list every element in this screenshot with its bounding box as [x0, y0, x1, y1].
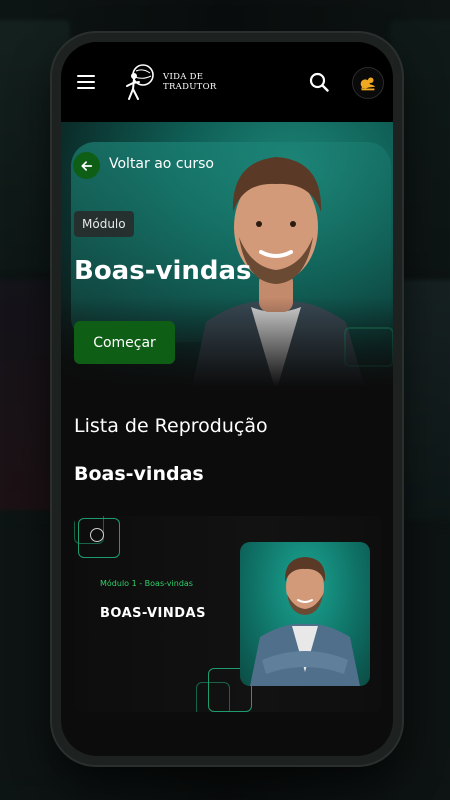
- playlist-heading: Lista de Reprodução: [74, 415, 268, 437]
- menu-icon[interactable]: [77, 75, 95, 89]
- logo-mark-icon: [126, 64, 154, 100]
- module-hero: Voltar ao curso Módulo Boas-vindas Começ…: [61, 122, 393, 387]
- lesson-card-thumbnail: [240, 542, 370, 686]
- user-avatar[interactable]: [352, 67, 384, 99]
- arrow-left-icon: [80, 160, 92, 171]
- back-button[interactable]: [73, 152, 100, 179]
- logo-line-1: VIDA DE: [163, 72, 204, 82]
- user-avatar-icon: [360, 77, 376, 91]
- decorative-square: [196, 682, 230, 712]
- logo-text: VIDA DE TRADUTOR: [163, 72, 217, 92]
- lesson-card-subtitle: Módulo 1 - Boas-vindas: [100, 579, 193, 588]
- module-badge: Módulo: [74, 211, 134, 237]
- background-tile: [0, 530, 60, 780]
- playlist-module-title: Boas-vindas: [74, 463, 204, 485]
- decorative-circle: [90, 528, 104, 542]
- instructor-thumbnail: [250, 557, 360, 686]
- app-logo[interactable]: VIDA DE TRADUTOR: [123, 62, 217, 102]
- app-screen: VIDA DE TRADUTOR Voltar ao curso Módulo …: [61, 42, 393, 756]
- lesson-card[interactable]: Módulo 1 - Boas-vindas BOAS-VINDAS: [74, 516, 382, 712]
- search-icon[interactable]: [309, 72, 329, 92]
- top-bar: VIDA DE TRADUTOR: [61, 42, 393, 122]
- back-to-course-link[interactable]: Voltar ao curso: [109, 156, 214, 172]
- lesson-card-title: BOAS-VINDAS: [100, 606, 206, 621]
- logo-line-2: TRADUTOR: [163, 82, 217, 92]
- phone-frame: VIDA DE TRADUTOR Voltar ao curso Módulo …: [52, 33, 402, 765]
- module-hero-title: Boas-vindas: [74, 256, 252, 286]
- start-button[interactable]: Começar: [74, 321, 175, 364]
